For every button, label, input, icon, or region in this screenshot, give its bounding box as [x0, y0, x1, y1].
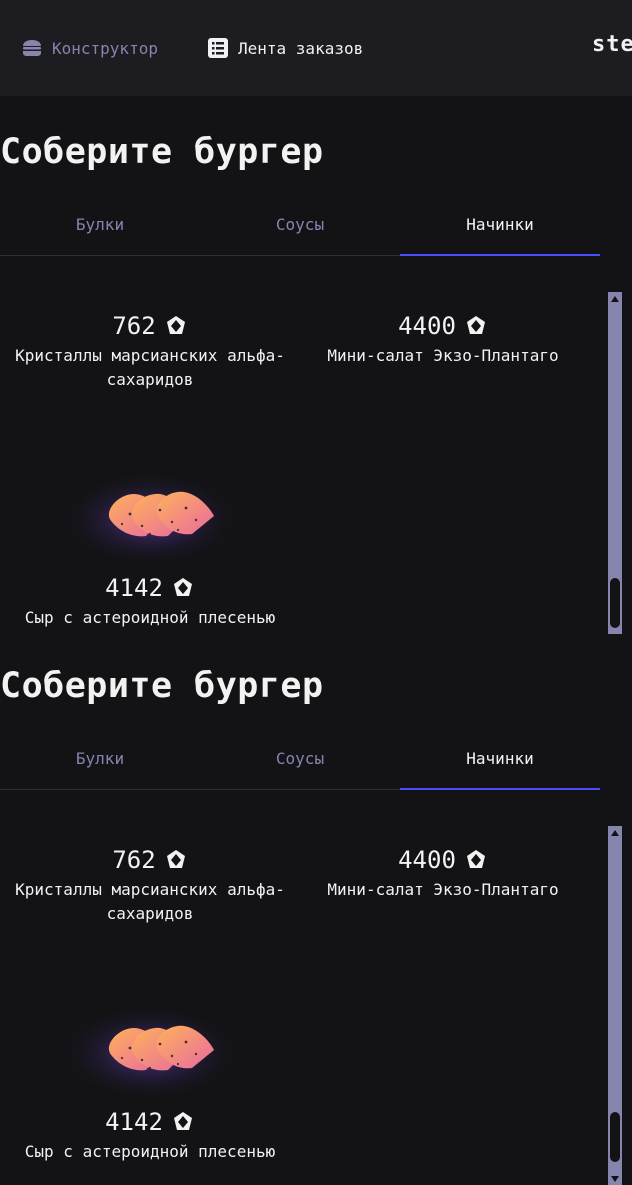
price: 4400 [298, 310, 588, 342]
price-value: 4142 [105, 574, 163, 602]
scroll-up-arrow-icon[interactable] [611, 296, 619, 302]
price-value: 4400 [398, 312, 456, 340]
ingredient-card[interactable]: 762 Кристаллы марсианских альфа- сахарид… [5, 844, 295, 926]
ingredient-name: Мини-салат Экзо-Плантаго [327, 346, 559, 365]
logo[interactable]: ste [592, 32, 632, 57]
price: 762 [5, 310, 295, 342]
price: 4400 [298, 844, 588, 876]
ingredients-list[interactable]: 762 Кристаллы марсианских альфа- сахарид… [0, 256, 632, 634]
scrollbar[interactable] [608, 292, 622, 634]
price: 762 [5, 844, 295, 876]
ingredient-tabs: Булки Соусы Начинки [0, 207, 600, 256]
constructor-section: Соберите бургер Булки Соусы Начинки 762 … [0, 634, 632, 1185]
currency-icon [173, 1112, 192, 1130]
list-icon [206, 36, 230, 60]
ingredient-name: Сыр с астероидной плесенью [24, 608, 276, 627]
cheese-image [30, 986, 270, 1106]
price-value: 4142 [105, 1108, 163, 1136]
scroll-down-arrow-icon[interactable] [611, 1176, 619, 1182]
ingredient-name: Кристаллы марсианских альфа- сахаридов [15, 346, 285, 389]
nav-order-feed[interactable]: Лента заказов [206, 36, 363, 60]
price-value: 762 [112, 846, 156, 874]
currency-icon [466, 316, 485, 334]
ingredient-name: Кристаллы марсианских альфа- сахаридов [15, 880, 285, 923]
constructor-section: Соберите бургер Булки Соусы Начинки 762 … [0, 100, 632, 634]
scrollbar-thumb[interactable] [610, 1112, 620, 1162]
currency-icon [166, 850, 185, 868]
scrollbar-thumb[interactable] [610, 578, 620, 628]
price: 4142 [5, 572, 295, 604]
currency-icon [173, 578, 192, 596]
app-header: Конструктор Лента заказов ste [0, 0, 632, 96]
scroll-up-arrow-icon[interactable] [611, 830, 619, 836]
ingredient-card[interactable]: 4400 Мини-салат Экзо-Плантаго [298, 844, 588, 902]
burger-icon [20, 36, 44, 60]
nav-constructor-label: Конструктор [52, 38, 158, 58]
ingredient-card[interactable]: 762 Кристаллы марсианских альфа- сахарид… [5, 310, 295, 392]
nav-order-feed-label: Лента заказов [238, 38, 364, 58]
currency-icon [166, 316, 185, 334]
tab-fillings[interactable]: Начинки [400, 741, 600, 790]
ingredient-card[interactable]: 4142 Сыр с астероидной плесенью [5, 452, 295, 630]
page-title: Соберите бургер [0, 666, 324, 706]
ingredient-card[interactable]: 4142 Сыр с астероидной плесенью [5, 986, 295, 1164]
price-value: 762 [112, 312, 156, 340]
cheese-image [30, 452, 270, 572]
tab-buns[interactable]: Булки [0, 741, 200, 789]
ingredients-list[interactable]: 762 Кристаллы марсианских альфа- сахарид… [0, 790, 632, 1185]
tab-buns[interactable]: Булки [0, 207, 200, 255]
tab-sauces[interactable]: Соусы [200, 207, 400, 255]
nav-constructor[interactable]: Конструктор [20, 36, 158, 60]
page-title: Соберите бургер [0, 132, 324, 172]
price-value: 4400 [398, 846, 456, 874]
price: 4142 [5, 1106, 295, 1138]
tab-sauces[interactable]: Соусы [200, 741, 400, 789]
ingredient-tabs: Булки Соусы Начинки [0, 741, 600, 790]
scrollbar[interactable] [608, 826, 622, 1185]
ingredient-name: Мини-салат Экзо-Плантаго [327, 880, 559, 899]
currency-icon [466, 850, 485, 868]
ingredient-card[interactable]: 4400 Мини-салат Экзо-Плантаго [298, 310, 588, 368]
ingredient-name: Сыр с астероидной плесенью [24, 1142, 276, 1161]
tab-fillings[interactable]: Начинки [400, 207, 600, 256]
